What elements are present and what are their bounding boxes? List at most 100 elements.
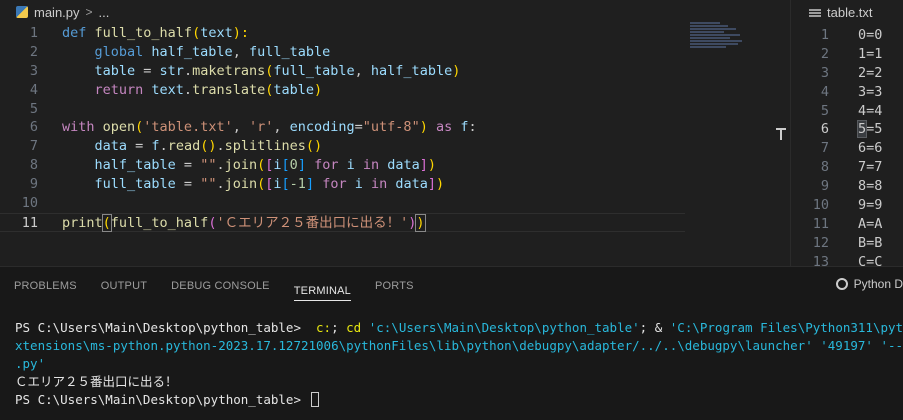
text-value: 5=5 bbox=[856, 120, 882, 139]
tab-problems[interactable]: PROBLEMS bbox=[14, 267, 77, 305]
terminal-text: ; & bbox=[639, 320, 670, 335]
text-value: 3=3 bbox=[858, 83, 882, 102]
code-token: ): bbox=[232, 25, 249, 41]
full-width-char: 9 bbox=[858, 197, 867, 214]
breadcrumb[interactable]: main.py > ... bbox=[0, 0, 788, 24]
code-token: ( bbox=[101, 213, 112, 232]
code-line[interactable]: 2 global half_table, full_table bbox=[0, 43, 690, 62]
breadcrumb-more[interactable]: ... bbox=[99, 5, 110, 20]
code-token: = bbox=[175, 176, 201, 193]
text-line[interactable]: 7 6=6 bbox=[791, 139, 903, 158]
text-line[interactable]: 11 A=A bbox=[791, 215, 903, 234]
code-token: = bbox=[135, 62, 160, 79]
code-token: print bbox=[62, 214, 103, 231]
text-line[interactable]: 2 1=1 bbox=[791, 45, 903, 64]
minimap[interactable] bbox=[690, 22, 770, 62]
terminal-cursor bbox=[310, 392, 319, 407]
code-line[interactable]: 6 with open('table.txt', 'r', encoding="u… bbox=[0, 118, 690, 137]
code-token: ) bbox=[427, 157, 437, 174]
scrollbar-marker[interactable] bbox=[776, 128, 786, 140]
text-line[interactable]: 6 5=5 bbox=[791, 120, 903, 139]
full-width-char: 8 bbox=[858, 178, 867, 195]
code-line[interactable]: 8 half_table = "".join([i[0] for i in da… bbox=[0, 156, 690, 175]
code-token: , bbox=[232, 119, 249, 136]
line-number: 2 bbox=[820, 45, 829, 62]
full-width-char: 0 bbox=[858, 27, 867, 43]
terminal-line: Ｃエリア２５番出口に出る！ bbox=[15, 373, 903, 391]
code-line[interactable]: 11 print(full_to_half('Ｃエリア２５番出口に出る！')) bbox=[0, 212, 685, 232]
tab-debug-console[interactable]: DEBUG CONSOLE bbox=[171, 267, 270, 305]
terminal-text: cd bbox=[346, 320, 362, 335]
code-token: data bbox=[395, 176, 428, 193]
text-line[interactable]: 5 4=4 bbox=[791, 102, 903, 121]
code-token: , bbox=[273, 119, 290, 136]
code-text: global half_table, full_table bbox=[62, 43, 331, 62]
tab-terminal[interactable]: TERMINAL bbox=[293, 272, 351, 301]
text-line[interactable]: 12 B=B bbox=[791, 234, 903, 253]
terminal-instance-label: Python D bbox=[853, 277, 903, 291]
text-line[interactable]: 10 9=9 bbox=[791, 196, 903, 215]
code-token: . bbox=[216, 176, 225, 193]
code-token: in bbox=[354, 157, 388, 174]
breadcrumb-file[interactable]: main.py bbox=[34, 5, 80, 20]
debug-icon bbox=[835, 278, 848, 290]
line-number: 12 bbox=[812, 234, 829, 251]
code-line[interactable]: 10 bbox=[0, 194, 690, 213]
code-token: ) bbox=[452, 62, 461, 79]
line-number: 5 bbox=[29, 100, 38, 117]
code-token: encoding bbox=[289, 119, 355, 136]
code-token: i bbox=[346, 157, 355, 174]
terminal-line: xtensions\ms-python.python-2023.17.12721… bbox=[15, 337, 903, 355]
code-line[interactable]: 3 table = str.maketrans(full_table, half… bbox=[0, 62, 690, 81]
code-line[interactable]: 4 return text.translate(table) bbox=[0, 81, 690, 100]
code-token: f bbox=[460, 119, 469, 136]
line-number: 8 bbox=[29, 157, 38, 174]
main-editor[interactable]: main.py > ... 1 def full_to_half(text): 2 … bbox=[0, 0, 788, 266]
tab-ports[interactable]: PORTS bbox=[375, 267, 414, 305]
code-token: = bbox=[127, 138, 152, 155]
text-line[interactable]: 1 0=0 bbox=[791, 26, 903, 45]
code-line[interactable]: 7 data = f.read().splitlines() bbox=[0, 137, 690, 156]
code-token: ] bbox=[419, 157, 428, 174]
code-token: full_to_half bbox=[94, 25, 193, 41]
code-token: i bbox=[354, 176, 363, 193]
text-value: 9=9 bbox=[858, 196, 882, 215]
text-value: 6=6 bbox=[858, 139, 882, 158]
terminal-output[interactable]: PS C:\Users\Main\Desktop\python_table> c… bbox=[15, 319, 903, 419]
code-token: ) bbox=[419, 119, 428, 136]
code-token: full_table bbox=[273, 62, 355, 79]
half-width-mapping: =B bbox=[866, 234, 883, 251]
code-area[interactable]: 1 def full_to_half(text): 2 global half_ta… bbox=[0, 24, 690, 266]
code-token: full_to_half bbox=[110, 214, 209, 231]
code-text: return text.translate(table) bbox=[62, 81, 323, 100]
tab-output[interactable]: OUTPUT bbox=[101, 267, 147, 305]
text-line[interactable]: 8 7=7 bbox=[791, 158, 903, 177]
text-line[interactable]: 9 8=8 bbox=[791, 177, 903, 196]
text-line[interactable]: 3 2=2 bbox=[791, 64, 903, 83]
code-token: full_table bbox=[248, 43, 331, 60]
code-line[interactable]: 9 full_table = "".join([i[-1] for i in d… bbox=[0, 175, 690, 194]
side-editor[interactable]: table.txt 1 0=0 2 1=1 3 2=2 4 3=3 5 4=4 6 5=5 7 6=6 8 7… bbox=[790, 0, 903, 270]
code-token: , bbox=[232, 43, 249, 60]
full-width-char: 4 bbox=[858, 102, 867, 119]
tab-table-txt[interactable]: table.txt bbox=[791, 0, 903, 26]
line-number: 10 bbox=[21, 195, 38, 212]
vscode-window: main.py > ... 1 def full_to_half(text): 2 … bbox=[0, 0, 903, 420]
code-line[interactable]: 1 def full_to_half(text): bbox=[0, 24, 690, 43]
terminal-text: ; bbox=[331, 320, 347, 335]
line-number: 9 bbox=[29, 176, 38, 193]
text-line[interactable]: 4 3=3 bbox=[791, 83, 903, 102]
code-token: join bbox=[224, 157, 258, 174]
code-token: "" bbox=[200, 176, 217, 193]
code-token: str bbox=[159, 62, 184, 79]
code-line[interactable]: 5 bbox=[0, 100, 690, 119]
table-text-content[interactable]: 1 0=0 2 1=1 3 2=2 4 3=3 5 4=4 6 5=5 7 6=6 8 7=7 9 8=8 10 9=… bbox=[791, 26, 903, 272]
code-token: [ bbox=[281, 176, 290, 193]
code-text: half_table = "".join([i[0] for i in data… bbox=[62, 156, 437, 175]
code-token: . bbox=[216, 138, 225, 155]
terminal-instance[interactable]: Python D bbox=[835, 277, 903, 291]
code-token: for bbox=[305, 157, 347, 174]
line-number: 11 bbox=[21, 214, 38, 231]
code-token: translate bbox=[192, 81, 266, 98]
bottom-panel: PROBLEMS OUTPUT DEBUG CONSOLE TERMINAL PORTS… bbox=[0, 266, 903, 420]
